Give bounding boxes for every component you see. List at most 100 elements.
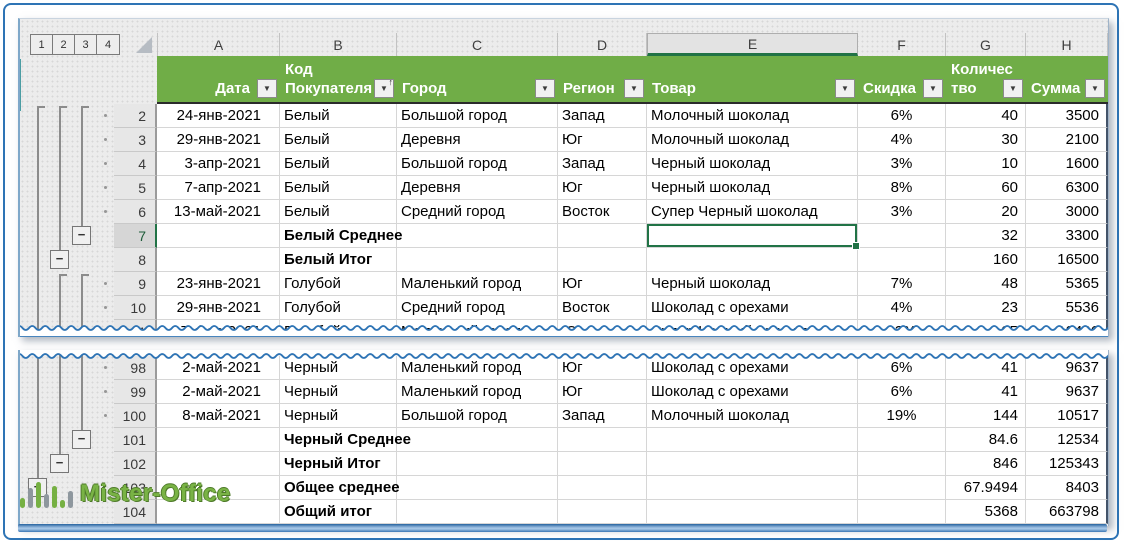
cell-E100[interactable]: Молочный шоколад bbox=[647, 404, 858, 428]
column-header-E[interactable]: E bbox=[647, 33, 858, 56]
cell-C7[interactable] bbox=[397, 224, 558, 248]
row-header-4[interactable]: 4 bbox=[114, 152, 157, 176]
row-header-98[interactable]: 98 bbox=[114, 356, 157, 380]
collapse-button-row-102[interactable]: − bbox=[50, 454, 69, 473]
outline-level-1-button[interactable]: 1 bbox=[31, 35, 53, 54]
cell-G8[interactable]: 160 bbox=[946, 248, 1026, 272]
cell-G3[interactable]: 30 bbox=[946, 128, 1026, 152]
cell-C103[interactable] bbox=[397, 476, 558, 500]
cell-C2[interactable]: Большой город bbox=[397, 104, 558, 128]
cell-A10[interactable]: 29-янв-2021 bbox=[157, 296, 280, 320]
cell-F99[interactable]: 6% bbox=[858, 380, 946, 404]
cell-H104[interactable]: 663798 bbox=[1026, 500, 1108, 524]
cell-F102[interactable] bbox=[858, 452, 946, 476]
cell-B7[interactable]: Белый Среднее bbox=[280, 224, 397, 248]
cell-A101[interactable] bbox=[157, 428, 280, 452]
cell-B100[interactable]: Черный bbox=[280, 404, 397, 428]
cell-C101[interactable] bbox=[397, 428, 558, 452]
cell-B99[interactable]: Черный bbox=[280, 380, 397, 404]
cell-E3[interactable]: Молочный шоколад bbox=[647, 128, 858, 152]
row-header-3[interactable]: 3 bbox=[114, 128, 157, 152]
cell-C3[interactable]: Деревня bbox=[397, 128, 558, 152]
cell-E7[interactable] bbox=[647, 224, 858, 248]
filter-button-f[interactable]: ▼ bbox=[923, 79, 943, 98]
cell-F3[interactable]: 4% bbox=[858, 128, 946, 152]
cell-F6[interactable]: 3% bbox=[858, 200, 946, 224]
cell-C100[interactable]: Большой город bbox=[397, 404, 558, 428]
cell-H101[interactable]: 12534 bbox=[1026, 428, 1108, 452]
cell-A99[interactable]: 2-май-2021 bbox=[157, 380, 280, 404]
cell-H2[interactable]: 3500 bbox=[1026, 104, 1108, 128]
cell-D3[interactable]: Юг bbox=[558, 128, 647, 152]
column-header-A[interactable]: A bbox=[157, 33, 280, 56]
row-header-6[interactable]: 6 bbox=[114, 200, 157, 224]
cell-H10[interactable]: 5536 bbox=[1026, 296, 1108, 320]
outline-level-3-button[interactable]: 3 bbox=[75, 35, 97, 54]
row-header-11[interactable]: 11 bbox=[114, 320, 157, 337]
cell-E102[interactable] bbox=[647, 452, 858, 476]
cell-E103[interactable] bbox=[647, 476, 858, 500]
cell-D7[interactable] bbox=[558, 224, 647, 248]
cell-E99[interactable]: Шоколад с орехами bbox=[647, 380, 858, 404]
cell-B6[interactable]: Белый bbox=[280, 200, 397, 224]
cell-A9[interactable]: 23-янв-2021 bbox=[157, 272, 280, 296]
cell-D9[interactable]: Юг bbox=[558, 272, 647, 296]
cell-H100[interactable]: 10517 bbox=[1026, 404, 1108, 428]
cell-G5[interactable]: 60 bbox=[946, 176, 1026, 200]
cell-B104[interactable]: Общий итог bbox=[280, 500, 397, 524]
cell-D2[interactable]: Запад bbox=[558, 104, 647, 128]
cell-A6[interactable]: 13-май-2021 bbox=[157, 200, 280, 224]
column-header-F[interactable]: F bbox=[858, 33, 946, 56]
cell-C102[interactable] bbox=[397, 452, 558, 476]
cell-H5[interactable]: 6300 bbox=[1026, 176, 1108, 200]
cell-G10[interactable]: 23 bbox=[946, 296, 1026, 320]
cell-F9[interactable]: 7% bbox=[858, 272, 946, 296]
cell-A2[interactable]: 24-янв-2021 bbox=[157, 104, 280, 128]
cell-H99[interactable]: 9637 bbox=[1026, 380, 1108, 404]
column-header-G[interactable]: G bbox=[946, 33, 1026, 56]
column-header-C[interactable]: C bbox=[397, 33, 558, 56]
outline-level-4-button[interactable]: 4 bbox=[97, 35, 119, 54]
cell-B9[interactable]: Голубой bbox=[280, 272, 397, 296]
cell-F4[interactable]: 3% bbox=[858, 152, 946, 176]
cell-G6[interactable]: 20 bbox=[946, 200, 1026, 224]
cell-B2[interactable]: Белый bbox=[280, 104, 397, 128]
cell-F10[interactable]: 4% bbox=[858, 296, 946, 320]
row-header-7[interactable]: 7 bbox=[114, 224, 157, 248]
cell-F98[interactable]: 6% bbox=[858, 356, 946, 380]
select-all-corner[interactable] bbox=[136, 37, 152, 53]
cell-F104[interactable] bbox=[858, 500, 946, 524]
outline-level-2-button[interactable]: 2 bbox=[53, 35, 75, 54]
collapse-button-row-7[interactable]: − bbox=[72, 226, 91, 245]
cell-D100[interactable]: Запад bbox=[558, 404, 647, 428]
filter-button-d[interactable]: ▼ bbox=[624, 79, 644, 98]
filter-button-a[interactable]: ▼ bbox=[257, 79, 277, 98]
row-header-102[interactable]: 102 bbox=[114, 452, 157, 476]
filter-button-h[interactable]: ▼ bbox=[1085, 79, 1105, 98]
cell-E10[interactable]: Шоколад с орехами bbox=[647, 296, 858, 320]
cell-B102[interactable]: Черный Итог bbox=[280, 452, 397, 476]
cell-D103[interactable] bbox=[558, 476, 647, 500]
row-header-8[interactable]: 8 bbox=[114, 248, 157, 272]
cell-D102[interactable] bbox=[558, 452, 647, 476]
filter-button-e[interactable]: ▼ bbox=[835, 79, 855, 98]
cell-G99[interactable]: 41 bbox=[946, 380, 1026, 404]
cell-F7[interactable] bbox=[858, 224, 946, 248]
cell-G2[interactable]: 40 bbox=[946, 104, 1026, 128]
cell-D99[interactable]: Юг bbox=[558, 380, 647, 404]
filter-button-c[interactable]: ▼ bbox=[535, 79, 555, 98]
cell-G100[interactable]: 144 bbox=[946, 404, 1026, 428]
cell-C5[interactable]: Деревня bbox=[397, 176, 558, 200]
cell-D5[interactable]: Юг bbox=[558, 176, 647, 200]
filter-button-g[interactable]: ▼ bbox=[1003, 79, 1023, 98]
cell-E98[interactable]: Шоколад с орехами bbox=[647, 356, 858, 380]
cell-C4[interactable]: Большой город bbox=[397, 152, 558, 176]
cell-H7[interactable]: 3300 bbox=[1026, 224, 1108, 248]
row-header-99[interactable]: 99 bbox=[114, 380, 157, 404]
cell-G104[interactable]: 5368 bbox=[946, 500, 1026, 524]
cell-A100[interactable]: 8-май-2021 bbox=[157, 404, 280, 428]
cell-E9[interactable]: Черный шоколад bbox=[647, 272, 858, 296]
column-header-B[interactable]: B bbox=[280, 33, 397, 56]
cell-E5[interactable]: Черный шоколад bbox=[647, 176, 858, 200]
cell-H103[interactable]: 8403 bbox=[1026, 476, 1108, 500]
